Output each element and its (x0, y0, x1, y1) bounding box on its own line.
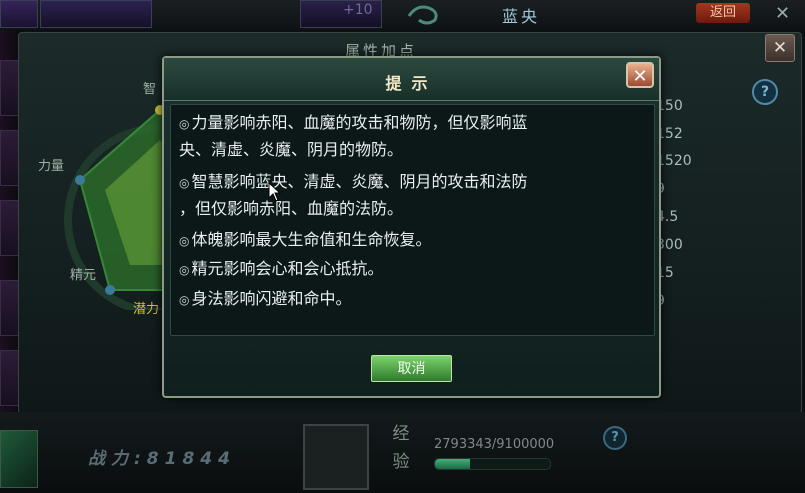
stat-value: 152 (656, 126, 683, 142)
stat-value: 9 (656, 181, 712, 197)
tip-line: ◎ 身法影响闪避和命中。 (179, 289, 352, 308)
radar-label-wisdom: 智 (143, 82, 157, 97)
left-sidebar-tile[interactable] (0, 60, 20, 116)
help-icon[interactable]: ? (603, 426, 627, 450)
exp-label-bottom: 验 (392, 452, 410, 472)
tip-line-continued: ，但仅影响赤阳、血魔的法防。 (179, 199, 404, 218)
tip-line: ◎ 精元影响会心和会心抵抗。 (179, 259, 384, 278)
left-sidebar-tile[interactable] (0, 350, 20, 406)
bottom-skill-icon[interactable] (0, 430, 38, 488)
left-sidebar-tile[interactable] (0, 200, 20, 256)
top-close-icon[interactable]: ✕ (775, 3, 790, 24)
top-portrait-thumb[interactable] (0, 0, 38, 28)
top-plus-value: +10 (343, 2, 373, 18)
left-sidebar-tile[interactable] (0, 130, 20, 186)
attribute-panel-close-button[interactable]: ✕ (765, 34, 795, 62)
back-badge-button[interactable]: 返回 (696, 3, 750, 23)
tip-line-continued: 央、清虚、炎魔、阴月的物防。 (179, 140, 404, 159)
radar-label-strength: 力量 (38, 159, 65, 174)
dialog-close-button[interactable]: ✕ (626, 62, 654, 88)
help-icon[interactable]: ? (752, 79, 778, 105)
radar-label-essence: 精元 (70, 268, 97, 283)
character-name: 蓝央 (502, 7, 541, 26)
experience-label: 经 验 (378, 420, 424, 490)
stat-value: 150 (656, 98, 683, 114)
bullet-icon: ◎ (179, 293, 190, 307)
bullet-icon: ◎ (179, 117, 190, 131)
swirl-emblem-icon (405, 2, 445, 26)
dialog-body: ◎ 力量影响赤阳、血魔的攻击和物防，但仅影响蓝 央、清虚、炎魔、阴月的物防。 ◎ 智… (170, 104, 655, 336)
bullet-icon: ◎ (179, 176, 190, 190)
radar-label-potential: 潜力 (133, 302, 160, 317)
tip-line: ◎ 智慧影响蓝央、清虚、炎魔、阴月的攻击和法防 (179, 172, 528, 191)
experience-value: 2793343/9100000 (434, 437, 555, 452)
exp-label-top: 经 (392, 424, 410, 444)
mouse-cursor-icon (268, 182, 282, 202)
stat-value: 4.5 (656, 209, 679, 225)
tip-line: ◎ 力量影响赤阳、血魔的攻击和物防，但仅影响蓝 (179, 113, 528, 132)
tip-dialog: 提示 ✕ ◎ 力量影响赤阳、血魔的攻击和物防，但仅影响蓝 央、清虚、炎魔、阴月的物… (162, 56, 661, 398)
stat-value: 9 (656, 293, 712, 309)
stat-value: 1520 (656, 153, 692, 169)
bullet-icon: ◎ (179, 263, 190, 277)
tip-line: ◎ 体魄影响最大生命值和生命恢复。 (179, 230, 432, 249)
bullet-icon: ◎ (179, 234, 190, 248)
stat-values-column: 150 152 1520 9 4.5 300 15 9 (656, 90, 716, 320)
combat-power-label: 战力:81844 (88, 449, 236, 469)
stat-value: 300 (656, 237, 683, 253)
dialog-title: 提示 (385, 74, 438, 93)
left-sidebar-tile[interactable] (0, 280, 20, 336)
item-slot[interactable] (303, 424, 369, 490)
stat-value: 15 (656, 265, 674, 281)
cancel-button[interactable]: 取消 (371, 355, 452, 382)
top-skill-thumb[interactable] (40, 0, 152, 28)
experience-progress-fill (435, 459, 471, 469)
experience-progress-bar (434, 458, 551, 470)
